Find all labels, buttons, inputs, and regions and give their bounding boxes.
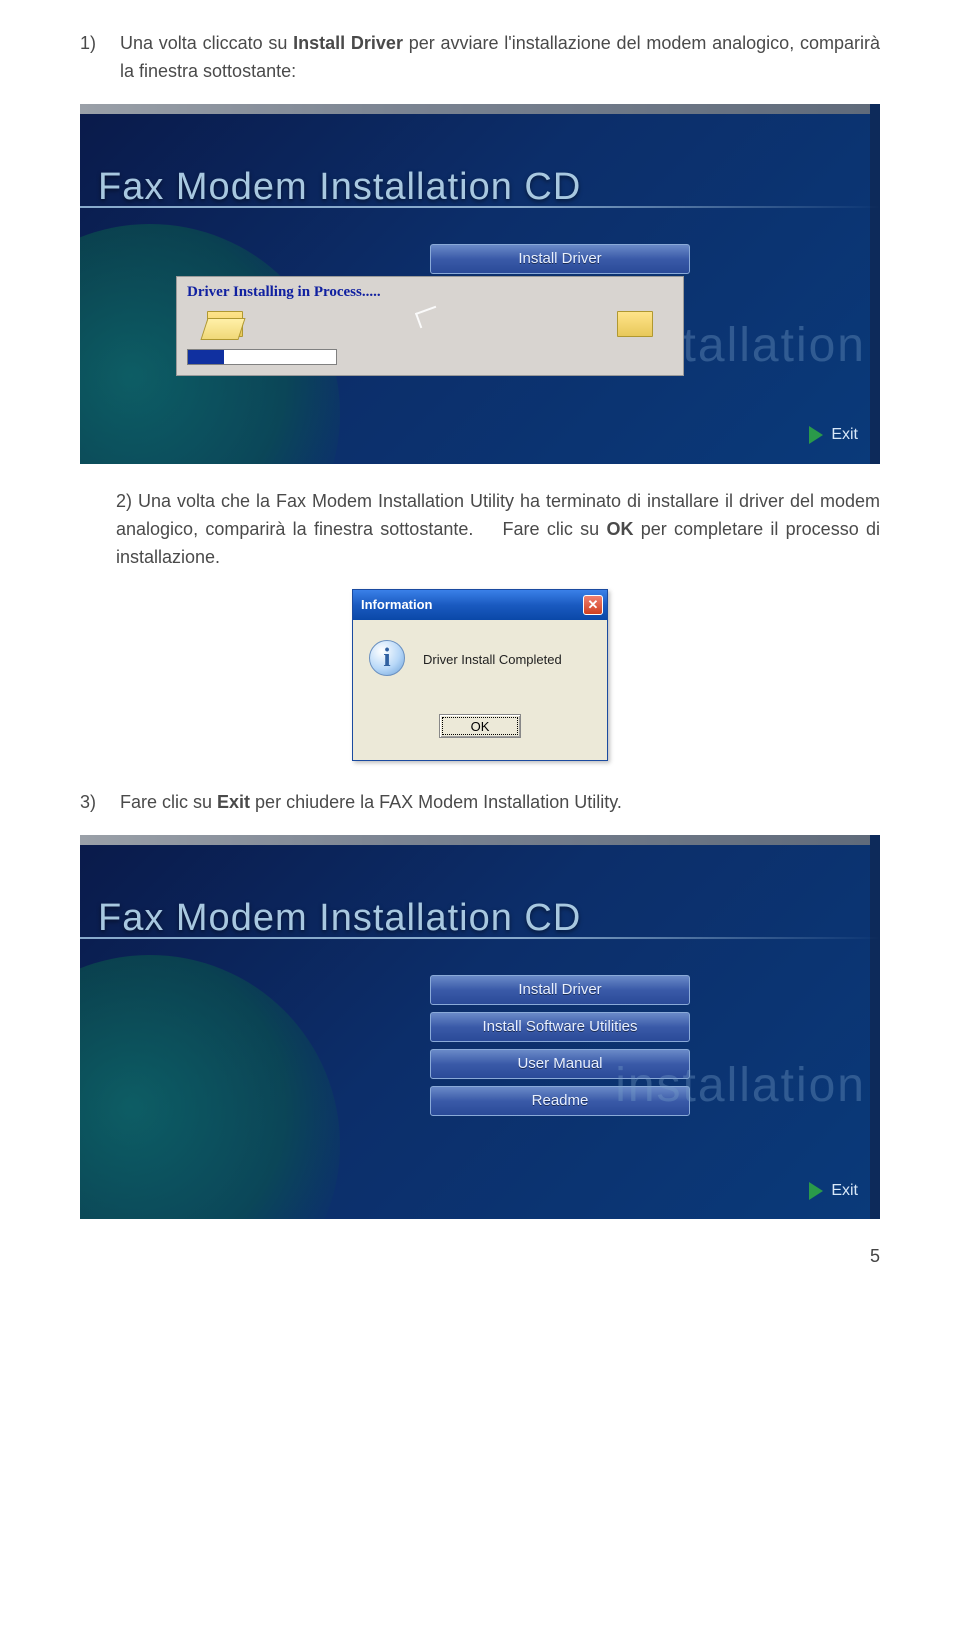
ok-term: OK xyxy=(606,519,633,539)
exit-term: Exit xyxy=(217,792,250,812)
installation-cd-screenshot-1: Fax Modem Installation CD Install Driver… xyxy=(80,104,880,464)
exit-label: Exit xyxy=(831,423,858,448)
dialog-title: Information xyxy=(361,595,433,615)
decor-sphere xyxy=(80,955,340,1219)
progress-title: Driver Installing in Process..... xyxy=(187,281,381,304)
install-driver-button[interactable]: Install Driver xyxy=(430,244,690,274)
decor-installation-word: installation xyxy=(615,1049,866,1123)
close-icon[interactable]: ✕ xyxy=(583,595,603,615)
progress-bar xyxy=(187,349,337,365)
cd-title: Fax Modem Installation CD xyxy=(98,889,581,948)
exit-label: Exit xyxy=(831,1179,858,1204)
paper-fly-icon xyxy=(415,306,441,329)
decor-topbar xyxy=(80,835,880,845)
decor-topbar xyxy=(80,104,880,114)
ok-button[interactable]: OK xyxy=(439,714,521,738)
page-number: 5 xyxy=(80,1243,880,1271)
folder-closed-icon xyxy=(617,311,653,337)
step-3-text: 3) Fare clic su Exit per chiudere la FAX… xyxy=(80,789,880,817)
play-triangle-icon xyxy=(809,426,823,444)
step-1-body: Una volta cliccato su Install Driver per… xyxy=(120,30,880,86)
dialog-body: i Driver Install Completed OK xyxy=(353,620,607,760)
exit-button[interactable]: Exit xyxy=(809,1179,858,1204)
installation-cd-screenshot-2: Fax Modem Installation CD Install Driver… xyxy=(80,835,880,1219)
decor-underline xyxy=(80,937,880,939)
step-2-text: 2) Una volta che la Fax Modem Installati… xyxy=(80,488,880,572)
list-number: 1) xyxy=(80,30,104,86)
decor-rightbar xyxy=(870,104,880,464)
play-triangle-icon xyxy=(809,1182,823,1200)
step-1-text: 1) Una volta cliccato su Install Driver … xyxy=(80,30,880,86)
dialog-message: Driver Install Completed xyxy=(423,650,562,670)
driver-install-completed-dialog: Information ✕ i Driver Install Completed… xyxy=(352,589,608,761)
info-icon: i xyxy=(369,640,405,676)
folder-open-icon xyxy=(207,311,243,337)
cd-title: Fax Modem Installation CD xyxy=(98,158,581,217)
dialog-titlebar: Information ✕ xyxy=(353,590,607,620)
exit-button[interactable]: Exit xyxy=(809,423,858,448)
decor-underline xyxy=(80,206,880,208)
step-3-body: Fare clic su Exit per chiudere la FAX Mo… xyxy=(120,789,622,817)
install-driver-button[interactable]: Install Driver xyxy=(430,975,690,1005)
install-software-utilities-button[interactable]: Install Software Utilities xyxy=(430,1012,690,1042)
driver-installing-dialog: Driver Installing in Process..... xyxy=(176,276,684,376)
list-number: 3) xyxy=(80,789,104,817)
decor-rightbar xyxy=(870,835,880,1219)
install-driver-term: Install Driver xyxy=(293,33,403,53)
